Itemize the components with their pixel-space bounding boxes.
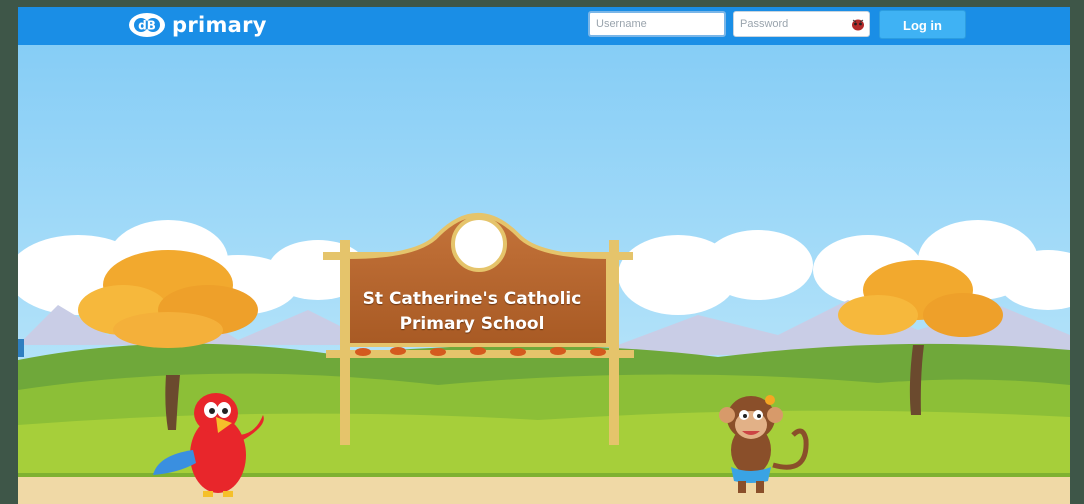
db-logo-icon: dB <box>129 13 165 37</box>
username-input[interactable] <box>588 11 726 37</box>
password-manager-icon[interactable] <box>850 17 866 31</box>
logo-mark-text: dB <box>138 19 156 33</box>
db-primary-logo[interactable]: dB primary <box>128 12 267 38</box>
school-scene-illustration <box>18 45 1070 504</box>
school-name-line-2: Primary School <box>399 314 545 334</box>
side-edge-tab[interactable] <box>18 339 24 357</box>
logo-text: primary <box>172 13 267 37</box>
top-navigation-bar: dB primary Log in <box>18 7 1070 45</box>
page-frame: St Catherine's Catholic Primary School d… <box>18 7 1070 504</box>
login-button[interactable]: Log in <box>879 10 966 39</box>
school-name-sign: St Catherine's Catholic Primary School <box>346 287 598 337</box>
school-name-line-1: St Catherine's Catholic <box>362 289 582 309</box>
